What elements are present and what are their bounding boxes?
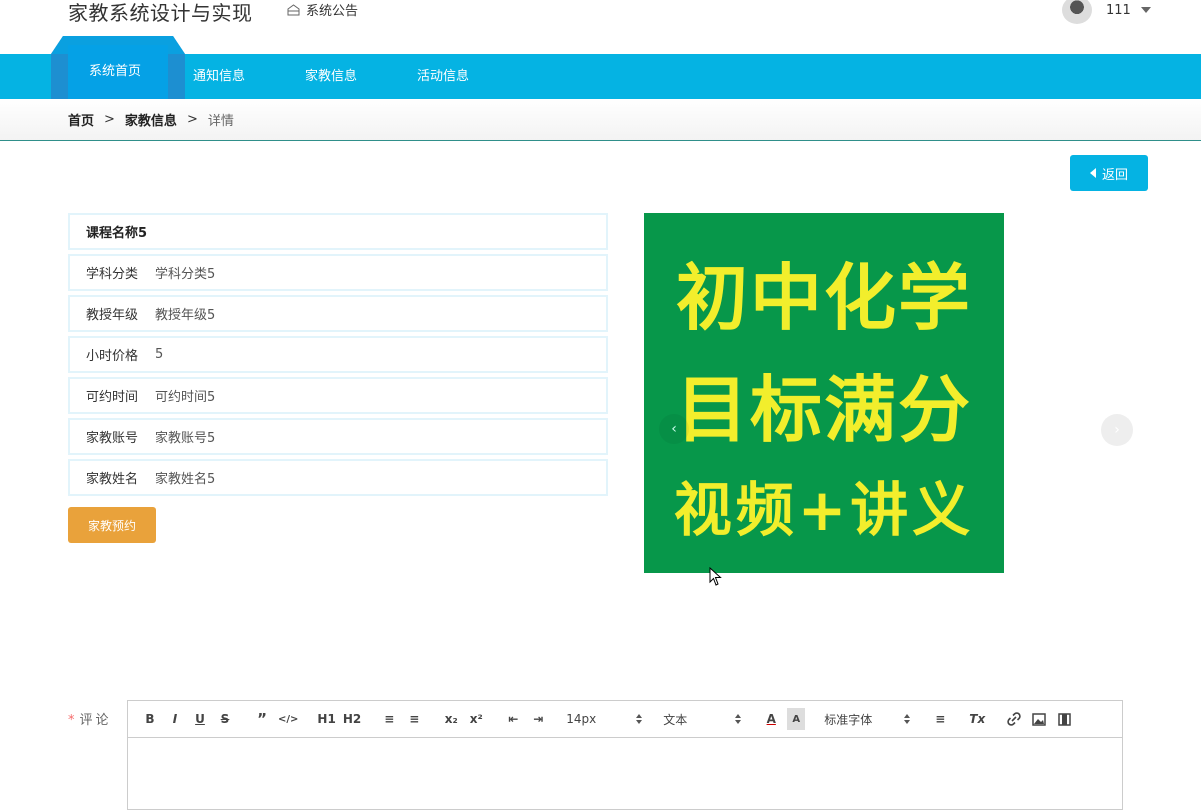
outdent-button[interactable]: ⇤ — [504, 708, 522, 730]
select-arrows-icon — [735, 714, 743, 724]
carousel-prev-button[interactable]: ‹ — [659, 414, 689, 444]
detail-row: 小时价格 5 — [68, 336, 608, 373]
breadcrumb-section[interactable]: 家教信息 — [125, 110, 177, 129]
field-value: 家教账号5 — [155, 431, 216, 446]
back-button[interactable]: 返回 — [1070, 155, 1148, 191]
italic-button[interactable]: I — [166, 708, 184, 730]
nav-item-tutor[interactable]: 家教信息 — [305, 54, 357, 99]
field-label: 教授年级 — [86, 308, 139, 323]
underline-button[interactable]: U — [191, 708, 209, 730]
bold-button[interactable]: B — [141, 708, 159, 730]
field-label: 学科分类 — [86, 267, 139, 282]
detail-row: 可约时间 可约时间5 — [68, 377, 608, 414]
detail-info: 课程名称5 学科分类 学科分类5 教授年级 教授年级5 小时价格 5 可约时间 可约时间… — [68, 213, 608, 500]
site-title: 家教系统设计与实现 — [68, 1, 253, 25]
font-size-select[interactable]: 14px — [566, 708, 644, 730]
breadcrumb-bar: 首页 > 家教信息 > 详情 — [0, 99, 1201, 141]
chevron-right-icon: › — [1114, 422, 1120, 438]
breadcrumb: 首页 > 家教信息 > 详情 — [68, 110, 234, 129]
subscript-button[interactable]: x₂ — [442, 708, 460, 730]
poster-line: 初中化学 — [675, 256, 972, 340]
system-notice-link[interactable]: 系统公告 — [287, 0, 358, 19]
comment-label-text: 评论 — [79, 713, 112, 728]
detail-row: 家教账号 家教账号5 — [68, 418, 608, 455]
h1-button[interactable]: H1 — [317, 708, 335, 730]
breadcrumb-separator: > — [186, 112, 198, 127]
detail-row: 学科分类 学科分类5 — [68, 254, 608, 291]
system-notice-label: 系统公告 — [306, 4, 359, 19]
field-label: 小时价格 — [86, 349, 139, 364]
field-value: 可约时间5 — [155, 390, 216, 405]
align-button[interactable]: ≡ — [931, 708, 949, 730]
user-menu[interactable]: 111 — [1062, 0, 1151, 24]
mouse-cursor-icon — [709, 567, 722, 586]
field-value: 教授年级5 — [155, 308, 216, 323]
video-icon[interactable] — [1055, 708, 1073, 730]
comment-label: * 评论 — [68, 709, 112, 728]
avatar — [1062, 0, 1092, 24]
quote-button[interactable]: ” — [253, 708, 271, 730]
h2-button[interactable]: H2 — [343, 708, 361, 730]
clear-format-button[interactable]: Tx — [968, 708, 986, 730]
bullet-list-button[interactable]: ≡ — [405, 708, 423, 730]
text-format-select[interactable]: 文本 — [663, 708, 743, 730]
poster-line: 目标满分 — [675, 368, 972, 452]
code-button[interactable]: </> — [278, 708, 298, 730]
chevron-left-icon: ‹ — [671, 421, 677, 437]
course-title: 课程名称5 — [68, 213, 608, 250]
editor-toolbar: B I U S ” </> H1 H2 ≡ ≡ x₂ x² ⇤ ⇥ 14px 文… — [128, 701, 1122, 738]
ordered-list-button[interactable]: ≡ — [380, 708, 398, 730]
background-color-icon[interactable]: A — [787, 708, 806, 730]
book-tutor-button[interactable]: 家教预约 — [68, 507, 156, 543]
username: 111 — [1106, 2, 1131, 18]
font-size-value: 14px — [566, 712, 597, 726]
caret-left-icon — [1089, 168, 1096, 178]
nav-item-activity[interactable]: 活动信息 — [417, 54, 469, 99]
home-notice-icon — [287, 3, 300, 15]
superscript-button[interactable]: x² — [467, 708, 485, 730]
poster-line: 视频+讲义 — [673, 476, 975, 544]
select-arrows-icon — [636, 714, 644, 724]
indent-button[interactable]: ⇥ — [529, 708, 547, 730]
select-arrows-icon — [904, 714, 912, 724]
field-label: 家教姓名 — [86, 472, 139, 487]
chevron-down-icon — [1140, 7, 1151, 13]
link-icon[interactable] — [1005, 708, 1023, 730]
nav-item-home[interactable]: 系统首页 — [89, 45, 141, 90]
image-icon[interactable] — [1030, 708, 1048, 730]
breadcrumb-current: 详情 — [207, 114, 234, 129]
comment-editor: B I U S ” </> H1 H2 ≡ ≡ x₂ x² ⇤ ⇥ 14px 文… — [127, 700, 1123, 810]
field-value: 家教姓名5 — [155, 472, 216, 487]
detail-row: 家教姓名 家教姓名5 — [68, 459, 608, 496]
required-mark: * — [68, 713, 78, 728]
text-format-value: 文本 — [663, 712, 688, 727]
font-family-value: 标准字体 — [824, 712, 873, 727]
breadcrumb-home[interactable]: 首页 — [68, 110, 94, 129]
font-color-icon[interactable]: A — [762, 708, 780, 730]
breadcrumb-separator: > — [104, 112, 115, 127]
carousel-next-button[interactable]: › — [1101, 414, 1133, 446]
nav-items: 系统首页 通知信息 家教信息 活动信息 — [0, 54, 1201, 99]
back-button-label: 返回 — [1101, 167, 1128, 183]
field-label: 可约时间 — [86, 390, 139, 405]
course-poster-image: 初中化学 目标满分 视频+讲义 — [644, 213, 1004, 573]
detail-row: 教授年级 教授年级5 — [68, 295, 608, 332]
field-label: 家教账号 — [86, 431, 139, 446]
field-value: 5 — [155, 347, 164, 362]
field-value: 学科分类5 — [155, 267, 216, 282]
font-family-select[interactable]: 标准字体 — [824, 708, 912, 730]
strike-button[interactable]: S — [216, 708, 234, 730]
nav-item-notice[interactable]: 通知信息 — [193, 54, 245, 99]
